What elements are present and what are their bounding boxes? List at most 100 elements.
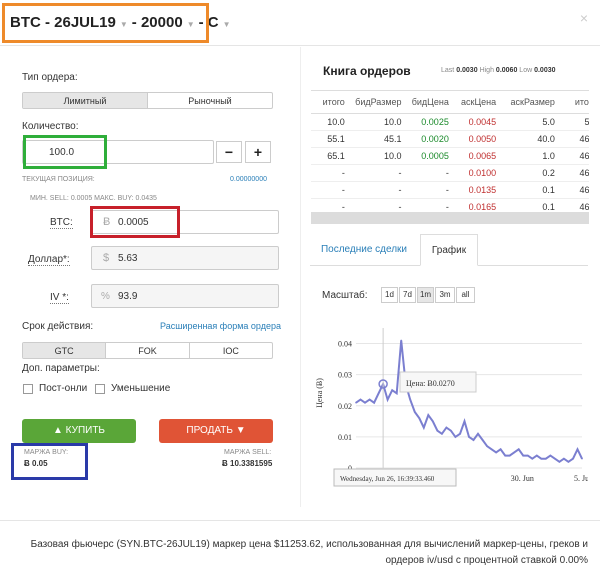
quantity-plus-button[interactable]: + [245, 141, 271, 163]
cell-ask-price: 0.0065 [452, 147, 501, 165]
zoom-1d[interactable]: 1d [381, 287, 398, 303]
col-ask-total[interactable]: итого [558, 91, 589, 114]
data-point [581, 457, 583, 460]
table-row[interactable]: 65.110.00.00050.00651.046.0 [311, 147, 589, 165]
margin-sell-value: Ƀ 10.3381595 [222, 459, 273, 468]
table-row[interactable]: ---0.01650.146.4 [311, 198, 589, 212]
data-point [391, 389, 393, 392]
btc-label: BTC: [50, 217, 73, 229]
series-line [355, 340, 583, 464]
cell-ask-total: 5.0 [558, 113, 589, 131]
cell-bid-price: 0.0020 [405, 130, 453, 148]
cell-bid-price: - [405, 164, 453, 182]
data-point [368, 398, 371, 401]
cell-bid-total: - [311, 181, 349, 199]
order-type-market[interactable]: Рыночный [148, 93, 272, 108]
cell-ask-size: 0.2 [500, 164, 559, 182]
tif-label: Срок действия: [22, 321, 94, 332]
table-row[interactable]: 10.010.00.00250.00455.05.0 [311, 113, 589, 131]
tif-fok[interactable]: FOK [106, 343, 190, 358]
col-bid-price[interactable]: бидЦена [405, 91, 453, 114]
min-max-info: МИН. SELL: 0.0005 МАКС. BUY: 0.0435 [30, 195, 157, 202]
chart-points [355, 339, 583, 463]
position-label: ТЕКУЩАЯ ПОЗИЦИЯ: [22, 176, 95, 183]
usd-price-input[interactable]: $ 5.63 [91, 246, 279, 270]
data-point [472, 439, 475, 441]
quantity-label: Количество: [22, 121, 79, 132]
data-point [545, 457, 547, 460]
reduce-only-checkbox[interactable] [95, 384, 105, 394]
data-point [549, 454, 552, 457]
data-point [504, 454, 506, 457]
usd-price-value: 5.63 [118, 253, 138, 264]
cell-ask-size: 0.1 [500, 198, 559, 212]
quantity-minus-button[interactable]: − [216, 141, 242, 163]
data-point [377, 392, 380, 395]
iv-input[interactable]: % 93.9 [91, 284, 279, 308]
data-point [445, 426, 448, 429]
cell-ask-total: 46.4 [558, 198, 589, 212]
zoom-3m[interactable]: 3m [435, 287, 455, 303]
col-bid-size[interactable]: бидРазмер [348, 91, 406, 114]
reduce-only-label: Уменьшение [111, 383, 171, 394]
post-only-checkbox[interactable] [23, 384, 33, 394]
tab-recent-trades[interactable]: Последние сделки [310, 234, 418, 266]
data-point [477, 432, 479, 435]
y-tick-label: 0.02 [338, 402, 352, 411]
type-caret-icon[interactable]: ▼ [223, 20, 231, 29]
cell-bid-size: - [348, 181, 406, 199]
sell-button[interactable]: ПРОДАТЬ ▼ [159, 419, 273, 443]
y-tick-label: 0.01 [338, 433, 352, 442]
iv-label: IV *: [50, 292, 69, 304]
cell-bid-price: 0.0025 [405, 113, 453, 131]
table-row[interactable]: ---0.01000.246.2 [311, 164, 589, 182]
data-point [432, 420, 434, 423]
col-ask-size[interactable]: аскРазмер [500, 91, 559, 114]
buy-button[interactable]: ▲ КУПИТЬ [22, 419, 136, 443]
table-row[interactable]: 55.145.10.00200.005040.046.0 [311, 130, 589, 148]
col-ask-price[interactable]: аскЦена [452, 91, 501, 114]
data-point [490, 448, 493, 451]
advanced-form-link[interactable]: Расширенная форма ордера [160, 321, 281, 331]
option-type[interactable]: C [208, 14, 219, 31]
tif-gtc[interactable]: GTC [23, 343, 107, 358]
close-icon[interactable]: × [580, 10, 588, 26]
cell-bid-total: 55.1 [311, 130, 349, 148]
order-type-selector: Лимитный Рыночный [22, 92, 273, 109]
data-point [517, 448, 520, 451]
last-value: 0.0030 [456, 67, 478, 74]
tif-ioc[interactable]: IOC [190, 343, 272, 358]
usd-label: Доллар*: [28, 254, 70, 266]
cell-bid-price: - [405, 198, 453, 212]
cell-bid-size: - [348, 164, 406, 182]
order-type-label: Тип ордера: [22, 72, 78, 83]
data-point [499, 448, 502, 451]
zoom-all[interactable]: all [456, 287, 475, 303]
order-type-limit[interactable]: Лимитный [23, 93, 148, 108]
margin-sell-label: МАРЖА SELL: [224, 449, 272, 456]
cell-ask-size: 1.0 [500, 147, 559, 165]
data-point [400, 339, 402, 342]
data-point [454, 436, 457, 438]
price-chart[interactable]: Цена (Ƀ) 0.040.030.020.010 Jun30. Jun5. … [312, 318, 588, 498]
orderbook-scrollbar[interactable] [311, 212, 589, 224]
cell-bid-size: 10.0 [348, 113, 406, 131]
iv-value: 93.9 [118, 291, 138, 302]
cell-bid-total: 10.0 [311, 113, 349, 131]
cell-ask-price: 0.0135 [452, 181, 501, 199]
table-row[interactable]: ---0.01350.146.3 [311, 181, 589, 199]
data-point [364, 401, 366, 404]
zoom-7d[interactable]: 7d [399, 287, 416, 303]
tab-chart[interactable]: График [420, 234, 478, 266]
col-bid-total[interactable]: итого [311, 91, 349, 114]
orderbook-table-wrap[interactable]: итого бидРазмер бидЦена аскЦена аскРазме… [311, 90, 589, 212]
last-label: Last [441, 67, 455, 74]
zoom-1m[interactable]: 1m [417, 287, 434, 303]
data-point [508, 454, 511, 457]
cell-ask-total: 46.0 [558, 147, 589, 165]
highlight-title-box [2, 3, 209, 43]
data-point [359, 398, 362, 401]
cell-ask-total: 46.0 [558, 130, 589, 148]
cell-ask-price: 0.0045 [452, 113, 501, 131]
data-point [536, 454, 538, 457]
